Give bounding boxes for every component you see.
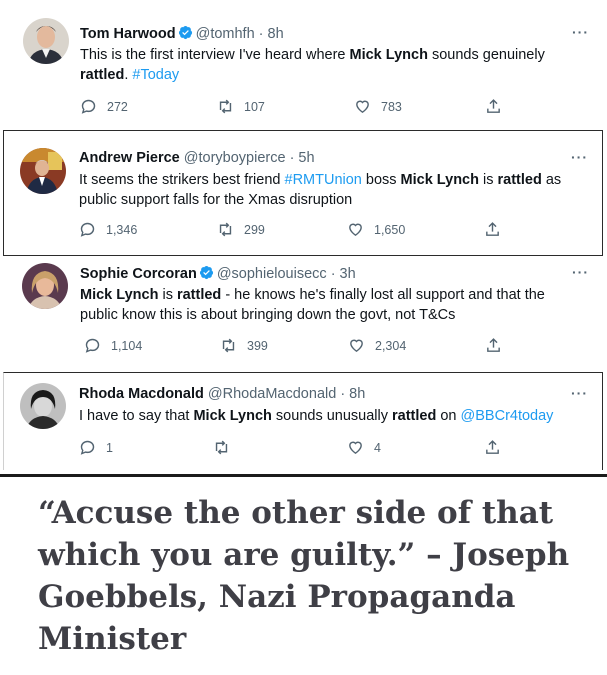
- tweet-card[interactable]: Andrew Pierce @toryboypierce · 5h ··· It…: [3, 130, 603, 256]
- like-button[interactable]: 783: [354, 98, 402, 115]
- divider: [0, 474, 607, 477]
- author-name[interactable]: Andrew Pierce: [79, 150, 180, 166]
- reply-icon: [85, 338, 100, 353]
- tweet-text: This is the first interview I've heard w…: [80, 45, 570, 85]
- share-icon: [487, 338, 500, 352]
- retweet-icon: [219, 222, 232, 237]
- tweet-text: Mick Lynch is rattled - he knows he's fi…: [80, 285, 580, 325]
- more-options-icon[interactable]: ···: [572, 24, 589, 40]
- author-handle[interactable]: @RhodaMacdonald · 8h: [208, 386, 365, 402]
- retweet-icon: [215, 440, 228, 455]
- verified-badge-icon: [197, 265, 217, 282]
- share-button[interactable]: [484, 439, 511, 456]
- bold-text: rattled: [176, 287, 222, 303]
- tweet-actions: 1 4: [79, 439, 519, 459]
- bold-text: rattled: [80, 67, 125, 83]
- author-name[interactable]: Tom Harwood: [80, 26, 176, 42]
- share-icon: [487, 99, 500, 113]
- reply-button[interactable]: 1,104: [84, 337, 142, 354]
- reply-icon: [80, 222, 95, 237]
- like-count: 2,304: [375, 338, 407, 353]
- retweet-button[interactable]: 299: [217, 221, 265, 238]
- share-icon: [486, 222, 499, 236]
- avatar[interactable]: [23, 18, 69, 64]
- avatar[interactable]: [20, 383, 66, 429]
- retweet-button[interactable]: [213, 439, 240, 456]
- tweet-link[interactable]: #Today: [132, 67, 179, 83]
- like-button[interactable]: 2,304: [348, 337, 406, 354]
- retweet-button[interactable]: 107: [217, 98, 265, 115]
- share-icon: [486, 440, 499, 454]
- tweet-link[interactable]: #RMTUnion: [285, 172, 362, 188]
- like-button[interactable]: 1,650: [347, 221, 405, 238]
- reply-count: 1: [106, 440, 113, 455]
- tweet-header: Rhoda Macdonald @RhodaMacdonald · 8h: [79, 386, 365, 402]
- author-handle[interactable]: @sophielouisecc · 3h: [217, 266, 356, 282]
- bold-text: Mick Lynch: [80, 287, 159, 303]
- bold-text: Mick Lynch: [349, 47, 428, 63]
- reply-button[interactable]: 272: [80, 98, 128, 115]
- bold-text: Mick Lynch: [400, 172, 479, 188]
- tweet-actions: 1,104 399 2,304: [80, 337, 520, 357]
- tweet-card[interactable]: Rhoda Macdonald @RhodaMacdonald · 8h ···…: [3, 372, 603, 470]
- like-count: 783: [381, 99, 402, 114]
- retweet-count: 299: [244, 222, 265, 237]
- author-handle[interactable]: @tomhfh · 8h: [196, 26, 284, 42]
- bold-text: rattled: [497, 172, 542, 188]
- avatar[interactable]: [22, 263, 68, 309]
- tweet-text-segment: boss: [361, 172, 401, 188]
- retweet-icon: [222, 338, 235, 353]
- tweet-text-segment: I have to say that: [79, 408, 194, 424]
- heart-icon: [349, 441, 362, 455]
- share-button[interactable]: [485, 337, 512, 354]
- verified-badge-icon: [176, 25, 196, 42]
- heart-icon: [349, 223, 362, 237]
- like-count: 1,650: [374, 222, 406, 237]
- like-button[interactable]: 4: [347, 439, 381, 456]
- tweet-header: Andrew Pierce @toryboypierce · 5h: [79, 150, 315, 166]
- author-name[interactable]: Sophie Corcoran: [80, 266, 197, 282]
- tweet-text-segment: sounds genuinely: [427, 47, 545, 63]
- more-options-icon[interactable]: ···: [571, 149, 588, 165]
- retweet-count: 399: [247, 338, 268, 353]
- reply-count: 1,104: [111, 338, 143, 353]
- share-button[interactable]: [485, 98, 512, 115]
- reply-count: 272: [107, 99, 128, 114]
- retweet-button[interactable]: 399: [220, 337, 268, 354]
- more-options-icon[interactable]: ···: [572, 264, 589, 280]
- heart-icon: [356, 100, 369, 114]
- reply-count: 1,346: [106, 222, 138, 237]
- bold-text: Mick Lynch: [193, 408, 272, 424]
- tweet-text-segment: It seems the strikers best friend: [79, 172, 285, 188]
- heart-icon: [350, 339, 363, 353]
- tweet-text: I have to say that Mick Lynch sounds unu…: [79, 406, 589, 426]
- share-button[interactable]: [484, 221, 511, 238]
- tweet-text-segment: This is the first interview I've heard w…: [80, 47, 350, 63]
- tweet-card[interactable]: Tom Harwood @tomhfh · 8h ··· This is the …: [3, 4, 603, 126]
- tweet-link[interactable]: @BBCr4today: [461, 408, 554, 424]
- tweet-actions: 272 107 783: [80, 98, 520, 118]
- reply-icon: [81, 99, 96, 114]
- tweet-text-segment: sounds unusually: [271, 408, 393, 424]
- tweet-text-segment: is: [158, 287, 177, 303]
- author-name[interactable]: Rhoda Macdonald: [79, 386, 204, 402]
- more-options-icon[interactable]: ···: [571, 385, 588, 401]
- reply-button[interactable]: 1: [79, 439, 113, 456]
- tweet-text: It seems the strikers best friend #RMTUn…: [79, 170, 589, 210]
- tweet-header: Tom Harwood @tomhfh · 8h: [80, 25, 284, 42]
- tweet-header: Sophie Corcoran @sophielouisecc · 3h: [80, 265, 356, 282]
- bold-text: rattled: [392, 408, 437, 424]
- retweet-icon: [219, 99, 232, 114]
- retweet-count: 107: [244, 99, 265, 114]
- reply-icon: [80, 440, 95, 455]
- author-handle[interactable]: @toryboypierce · 5h: [184, 150, 315, 166]
- like-count: 4: [374, 440, 381, 455]
- avatar[interactable]: [20, 148, 66, 194]
- tweet-text-segment: on: [436, 408, 461, 424]
- tweet-text-segment: is: [478, 172, 498, 188]
- reply-button[interactable]: 1,346: [79, 221, 137, 238]
- tweet-card[interactable]: Sophie Corcoran @sophielouisecc · 3h ··· …: [3, 258, 603, 370]
- tweet-actions: 1,346 299 1,650: [79, 221, 519, 241]
- goebbels-quote: “Accuse the other side of that which you…: [38, 495, 570, 657]
